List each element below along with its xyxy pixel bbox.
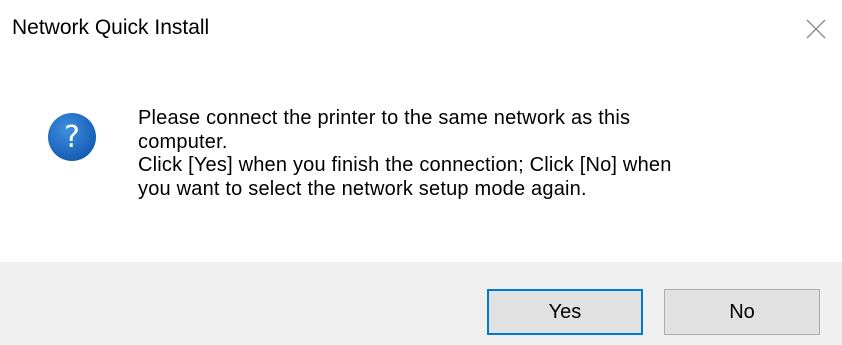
question-icon: ? <box>48 113 96 161</box>
network-quick-install-dialog: Network Quick Install ? Please connect t… <box>0 0 842 345</box>
message-line: you want to select the network setup mod… <box>138 177 587 200</box>
close-button[interactable] <box>790 0 842 60</box>
button-bar: Yes No <box>0 262 842 345</box>
message-line: Please connect the printer to the same n… <box>138 107 631 129</box>
window-title: Network Quick Install <box>12 16 210 39</box>
svg-text:?: ? <box>64 120 80 155</box>
message-line: Click [Yes] when you finish the connecti… <box>138 154 672 176</box>
message-text: Please connect the printer to the same n… <box>138 107 828 201</box>
title-bar: Network Quick Install <box>0 0 842 60</box>
close-icon <box>806 19 826 39</box>
yes-button[interactable]: Yes <box>487 289 643 335</box>
message-line: computer. <box>138 130 228 153</box>
no-button[interactable]: No <box>664 289 820 335</box>
dialog-content: ? Please connect the printer to the same… <box>0 60 842 262</box>
